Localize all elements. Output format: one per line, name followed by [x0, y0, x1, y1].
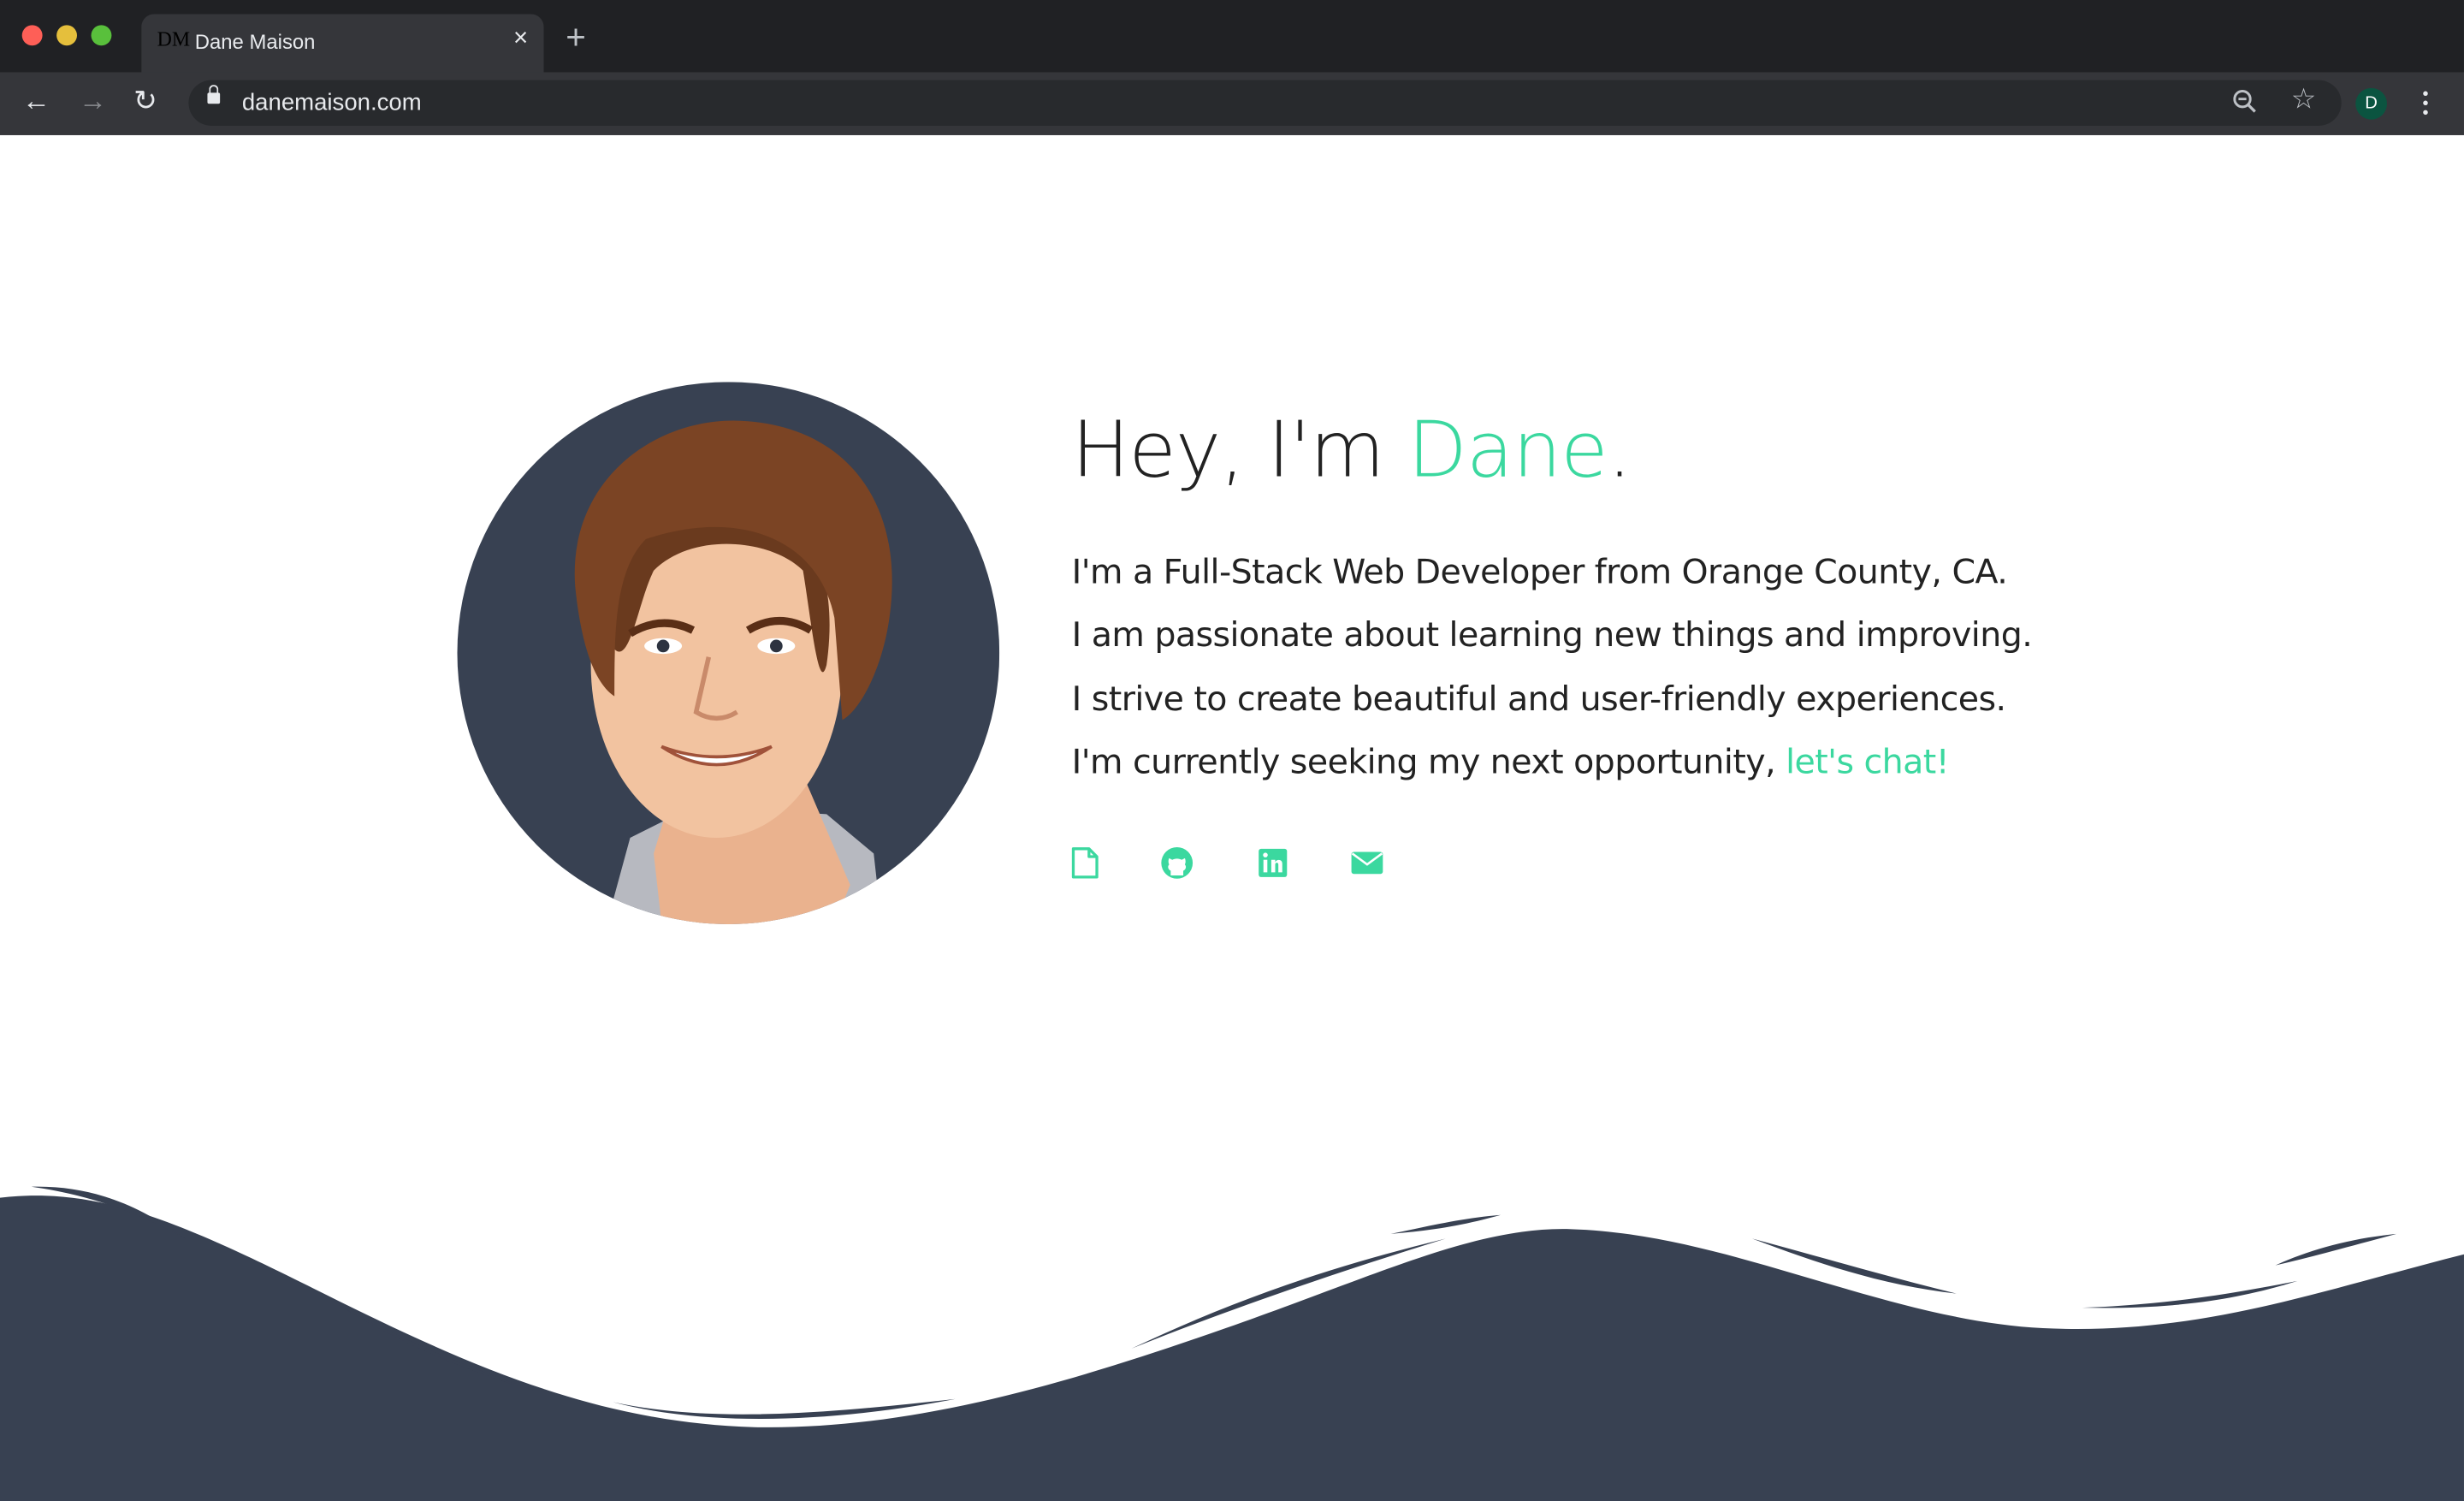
- avatar-portrait: [457, 382, 1000, 924]
- period: .: [1607, 405, 1632, 495]
- bio-line: I'm a Full-Stack Web Developer from Oran…: [1071, 553, 2008, 593]
- profile-avatar[interactable]: D: [2355, 87, 2387, 120]
- page-title: Hey, I'm Dane.: [1072, 406, 1632, 495]
- browser-window: DM Dane Maison × + ← → ↻ danemaison.com …: [0, 0, 2464, 1501]
- tab-close-icon[interactable]: ×: [513, 25, 528, 53]
- greeting-text: Hey, I'm: [1071, 405, 1408, 495]
- back-icon[interactable]: ←: [22, 85, 50, 118]
- bookmark-star-icon[interactable]: ☆: [2291, 83, 2317, 116]
- bio-line: I'm currently seeking my next opportunit…: [1072, 733, 2033, 796]
- bio-line: I am passionate about learning new thing…: [1071, 616, 2033, 656]
- lets-chat-link[interactable]: let's chat!: [1786, 744, 1949, 783]
- resume-icon[interactable]: [1069, 845, 1103, 880]
- lock-icon: [207, 85, 221, 104]
- browser-tab[interactable]: DM Dane Maison ×: [141, 14, 544, 73]
- bio-line: I strive to create beautiful and user-fr…: [1071, 679, 2006, 720]
- bio: I'm a Full-Stack Web Developer from Oran…: [1072, 543, 2033, 796]
- title-bar: DM Dane Maison × +: [0, 0, 2464, 73]
- zoom-out-icon[interactable]: [2231, 88, 2260, 116]
- github-icon[interactable]: [1160, 845, 1194, 880]
- url-text[interactable]: danemaison.com: [242, 90, 422, 116]
- address-bar[interactable]: danemaison.com ☆: [188, 80, 2342, 126]
- menu-kebab-icon[interactable]: [2423, 91, 2428, 120]
- maximize-window-button[interactable]: [91, 25, 112, 46]
- toolbar: ← → ↻ danemaison.com ☆ D: [0, 72, 2464, 135]
- bio-line-text: I'm currently seeking my next opportunit…: [1071, 743, 1786, 783]
- linkedin-icon[interactable]: [1256, 845, 1290, 880]
- close-window-button[interactable]: [21, 25, 43, 46]
- email-icon[interactable]: [1350, 845, 1384, 880]
- name-highlight: Dane: [1407, 405, 1608, 495]
- reload-icon[interactable]: ↻: [133, 85, 157, 118]
- tab-title: Dane Maison: [194, 29, 316, 54]
- new-tab-button[interactable]: +: [566, 20, 586, 55]
- favicon: DM: [157, 27, 191, 50]
- forward-icon[interactable]: →: [79, 85, 107, 118]
- minimize-window-button[interactable]: [56, 25, 77, 46]
- decorative-wave: [0, 1186, 2464, 1501]
